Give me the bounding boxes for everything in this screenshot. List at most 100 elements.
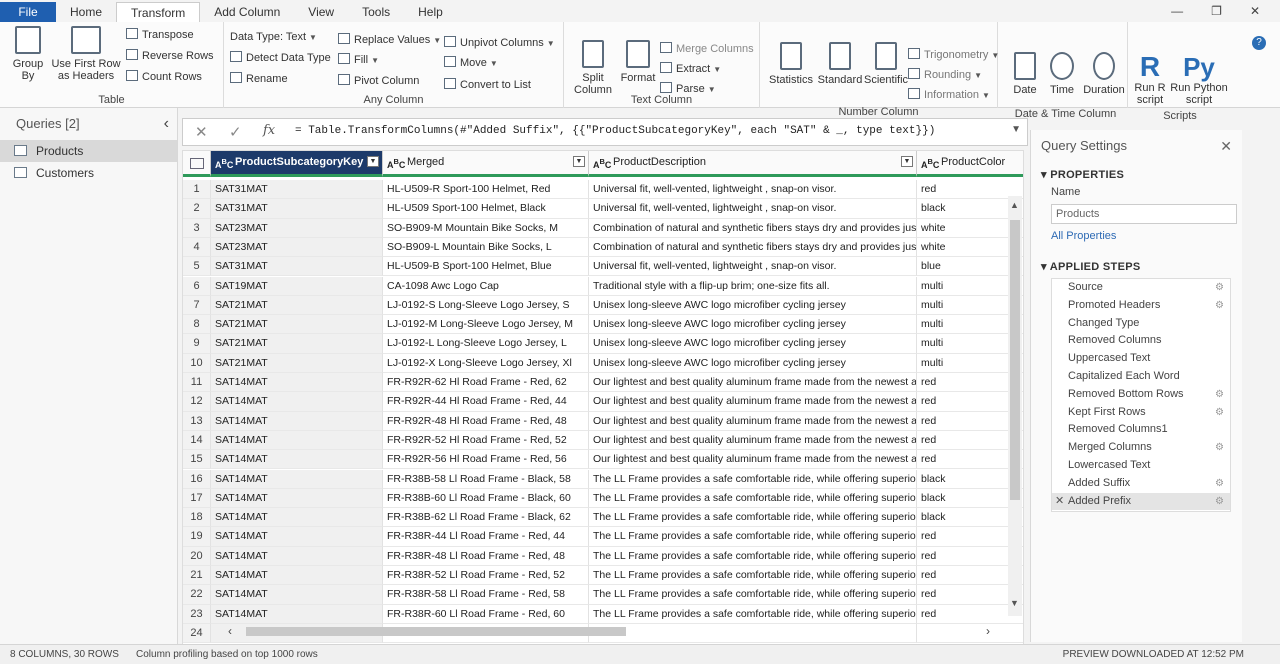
cell-productdescription[interactable]: Unisex long-sleeve AWC logo microfiber c…	[589, 334, 917, 354]
rounding-button[interactable]: Rounding ▼	[908, 66, 982, 84]
cell-merged[interactable]: SO-B909-L Mountain Bike Socks, L	[383, 237, 589, 258]
cell-merged[interactable]: FR-R92R-44 Hl Road Frame - Red, 44	[383, 392, 589, 412]
cell-productdescription[interactable]: The LL Frame provides a safe comfortable…	[589, 604, 917, 624]
row-number[interactable]: 3	[183, 218, 211, 238]
commit-formula-icon[interactable]: ✓	[229, 123, 242, 141]
cell-merged[interactable]: FR-R92R-56 Hl Road Frame - Red, 56	[383, 450, 589, 470]
column-header-productcolor[interactable]: ABC ProductColor	[917, 151, 1023, 177]
column-header-productdescription[interactable]: ABC ProductDescription ▼	[589, 151, 917, 177]
column-header-merged[interactable]: ABC Merged ▼	[383, 151, 589, 177]
row-number[interactable]: 24	[183, 623, 211, 644]
cell-productsubcategorykey[interactable]: SAT14MAT	[211, 373, 383, 393]
applied-step[interactable]: Uppercased Text	[1052, 350, 1230, 368]
applied-step[interactable]: Changed Type	[1052, 315, 1230, 333]
vertical-scroll-thumb[interactable]	[1010, 220, 1020, 500]
delete-step-icon[interactable]: ✕	[1055, 493, 1064, 511]
tab-help[interactable]: Help	[404, 2, 457, 22]
pivot-column-button[interactable]: Pivot Column	[338, 72, 419, 90]
filter-dropdown-icon[interactable]: ▼	[367, 156, 379, 167]
cell-productdescription[interactable]: Traditional style with a flip-up brim; o…	[589, 276, 917, 296]
statistics-button[interactable]: Statistics	[766, 42, 816, 86]
cell-productdescription[interactable]: The LL Frame provides a safe comfortable…	[589, 488, 917, 509]
cell-productsubcategorykey[interactable]: SAT14MAT	[211, 392, 383, 412]
scientific-button[interactable]: Scientific	[864, 42, 908, 86]
trigonometry-button[interactable]: Trigonometry ▼	[908, 46, 999, 64]
cell-productdescription[interactable]: Universal fit, well-vented, lightweight …	[589, 257, 917, 277]
row-number[interactable]: 19	[183, 527, 211, 547]
information-button[interactable]: Information ▼	[908, 86, 990, 104]
cell-productdescription[interactable]: The LL Frame provides a safe comfortable…	[589, 585, 917, 605]
cell-productsubcategorykey[interactable]: SAT14MAT	[211, 411, 383, 431]
row-number[interactable]: 22	[183, 585, 211, 605]
cell-productsubcategorykey[interactable]: SAT14MAT	[211, 604, 383, 624]
gear-icon[interactable]: ⚙	[1215, 493, 1224, 511]
row-number[interactable]: 14	[183, 430, 211, 451]
extract-button[interactable]: Extract ▼	[660, 60, 721, 78]
unpivot-columns-button[interactable]: Unpivot Columns ▼	[444, 34, 555, 52]
applied-step[interactable]: Removed Columns	[1052, 332, 1230, 350]
cell-productdescription[interactable]: The LL Frame provides a safe comfortable…	[589, 527, 917, 547]
scroll-up-icon[interactable]: ▲	[1010, 200, 1019, 210]
table-menu-icon[interactable]	[183, 151, 211, 177]
standard-button[interactable]: Standard	[816, 42, 864, 86]
query-name-input[interactable]: Products	[1051, 204, 1237, 224]
applied-step[interactable]: Removed Bottom Rows ⚙	[1052, 386, 1230, 404]
cell-productsubcategorykey[interactable]: SAT14MAT	[211, 585, 383, 605]
cell-merged[interactable]: HL-U509-R Sport-100 Helmet, Red	[383, 180, 589, 200]
cell-productsubcategorykey[interactable]: SAT19MAT	[211, 276, 383, 296]
cell-productdescription[interactable]: Our lightest and best quality aluminum f…	[589, 430, 917, 451]
cell-productdescription[interactable]: Our lightest and best quality aluminum f…	[589, 392, 917, 412]
gear-icon[interactable]: ⚙	[1215, 439, 1224, 457]
date-button[interactable]: Date	[1008, 52, 1042, 96]
row-number[interactable]: 11	[183, 373, 211, 393]
cell-merged[interactable]: FR-R38R-44 Ll Road Frame - Red, 44	[383, 527, 589, 547]
expand-formula-icon[interactable]: ▼	[1011, 124, 1021, 135]
row-number[interactable]: 20	[183, 546, 211, 566]
cell-productdescription[interactable]: Unisex long-sleeve AWC logo microfiber c…	[589, 295, 917, 316]
restore-icon[interactable]: ❐	[1211, 4, 1222, 18]
cell-merged[interactable]: FR-R38R-48 Ll Road Frame - Red, 48	[383, 546, 589, 566]
scroll-right-icon[interactable]: ›	[986, 624, 990, 638]
tab-file[interactable]: File	[0, 2, 56, 22]
cell-productsubcategorykey[interactable]: SAT14MAT	[211, 430, 383, 451]
row-number[interactable]: 8	[183, 315, 211, 335]
cell-productsubcategorykey[interactable]: SAT21MAT	[211, 315, 383, 335]
properties-section[interactable]: ▾ PROPERTIES	[1041, 168, 1124, 181]
cell-merged[interactable]: SO-B909-M Mountain Bike Socks, M	[383, 218, 589, 238]
row-number[interactable]: 7	[183, 295, 211, 316]
data-type-dropdown[interactable]: Data Type: Text ▼	[230, 28, 317, 46]
help-icon[interactable]: ?	[1252, 36, 1266, 50]
cell-productdescription[interactable]: Combination of natural and synthetic fib…	[589, 218, 917, 238]
cell-merged[interactable]: FR-R38R-58 Ll Road Frame - Red, 58	[383, 585, 589, 605]
tab-transform[interactable]: Transform	[116, 2, 201, 22]
cell-productdescription[interactable]: Unisex long-sleeve AWC logo microfiber c…	[589, 353, 917, 373]
applied-step[interactable]: Kept First Rows ⚙	[1052, 404, 1230, 422]
cell-merged[interactable]: FR-R38R-60 Ll Road Frame - Red, 60	[383, 604, 589, 624]
cell-merged[interactable]: CA-1098 Awc Logo Cap	[383, 276, 589, 296]
cell-productdescription[interactable]: Combination of natural and synthetic fib…	[589, 237, 917, 258]
cell-productsubcategorykey[interactable]: SAT14MAT	[211, 546, 383, 566]
applied-step[interactable]: Lowercased Text	[1052, 457, 1230, 475]
cell-merged[interactable]: LJ-0192-S Long-Sleeve Logo Jersey, S	[383, 295, 589, 316]
cell-productsubcategorykey[interactable]: SAT14MAT	[211, 469, 383, 489]
cell-productdescription[interactable]: The LL Frame provides a safe comfortable…	[589, 566, 917, 586]
move-button[interactable]: Move ▼	[444, 54, 498, 72]
cell-productsubcategorykey[interactable]: SAT23MAT	[211, 237, 383, 258]
filter-dropdown-icon[interactable]: ▼	[573, 156, 585, 167]
function-icon[interactable]: fx	[263, 123, 275, 138]
cell-productdescription[interactable]: Universal fit, well-vented, lightweight …	[589, 199, 917, 219]
row-number[interactable]: 4	[183, 237, 211, 258]
applied-step[interactable]: Merged Columns ⚙	[1052, 439, 1230, 457]
count-rows-button[interactable]: Count Rows	[126, 68, 202, 86]
close-window-icon[interactable]: ✕	[1250, 4, 1260, 18]
row-number[interactable]: 2	[183, 199, 211, 219]
row-number[interactable]: 5	[183, 257, 211, 277]
cell-productsubcategorykey[interactable]: SAT31MAT	[211, 180, 383, 200]
cell-productsubcategorykey[interactable]: SAT31MAT	[211, 199, 383, 219]
row-number[interactable]: 13	[183, 411, 211, 431]
cell-productsubcategorykey[interactable]: SAT23MAT	[211, 218, 383, 238]
row-number[interactable]: 15	[183, 450, 211, 470]
cell-productdescription[interactable]: Unisex long-sleeve AWC logo microfiber c…	[589, 315, 917, 335]
gear-icon[interactable]: ⚙	[1215, 386, 1224, 404]
cell-productdescription[interactable]: The LL Frame provides a safe comfortable…	[589, 469, 917, 489]
